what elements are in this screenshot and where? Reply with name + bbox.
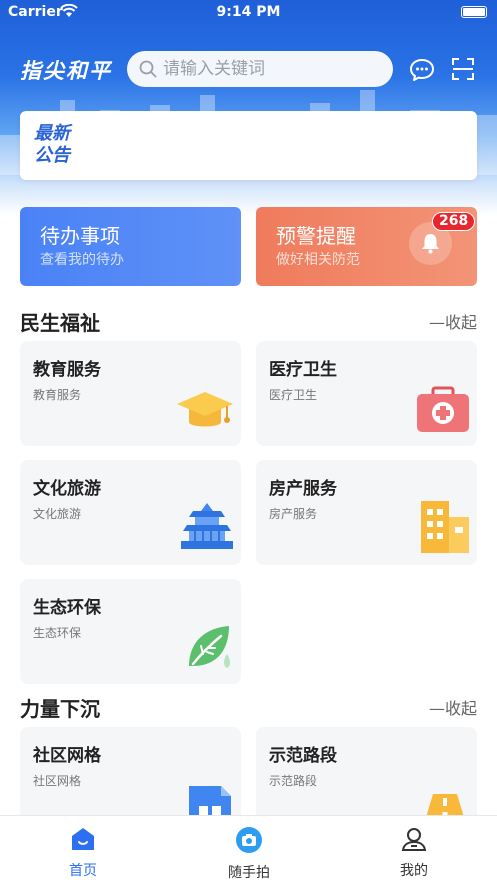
card-subtitle: 生态环保: [33, 626, 82, 640]
warning-card[interactable]: 预警提醒 做好相关防范 268: [256, 207, 477, 286]
tab-home-label: 首页: [69, 863, 97, 879]
card-title: 教育服务: [33, 360, 101, 380]
todo-card[interactable]: 待办事项 查看我的待办: [20, 207, 241, 286]
service-card-medical[interactable]: 医疗卫生 医疗卫生: [256, 341, 477, 446]
header-background: [0, 0, 497, 215]
card-title: 社区网格: [33, 746, 101, 766]
section-collapse-welfare[interactable]: —收起: [429, 309, 477, 333]
card-subtitle: 房产服务: [269, 507, 318, 521]
warning-count-badge: 268: [432, 212, 476, 231]
tab-snapshot[interactable]: 随手拍: [166, 816, 332, 883]
tab-profile-label: 我的: [400, 863, 428, 879]
card-title: 文化旅游: [33, 479, 101, 499]
todo-subtitle: 查看我的待办: [40, 252, 124, 268]
search-bar[interactable]: [127, 51, 393, 87]
service-card-education[interactable]: 教育服务 教育服务: [20, 341, 241, 446]
card-subtitle: 文化旅游: [33, 507, 82, 521]
tab-home[interactable]: 首页: [0, 816, 166, 883]
search-input[interactable]: [163, 51, 383, 87]
status-bar: Carrier 9:14 PM: [0, 0, 497, 26]
service-card-culture-tourism[interactable]: 文化旅游 文化旅游: [20, 460, 241, 565]
card-title: 示范路段: [269, 746, 337, 766]
leaf-icon: [185, 622, 235, 676]
status-time: 9:14 PM: [216, 4, 281, 20]
home-icon: [0, 826, 166, 856]
buildings-icon: [419, 497, 471, 557]
card-subtitle: 社区网格: [33, 774, 82, 788]
service-card-housing[interactable]: 房产服务 房产服务: [256, 460, 477, 565]
card-subtitle: 示范路段: [269, 774, 318, 788]
message-icon[interactable]: [409, 58, 435, 86]
graduation-cap-icon: [175, 386, 235, 438]
section-title-welfare: 民生福祉: [20, 311, 100, 335]
camera-icon: [166, 826, 332, 858]
app-logo: 指尖和平: [20, 59, 112, 83]
temple-icon: [179, 501, 235, 557]
card-title: 生态环保: [33, 598, 101, 618]
service-card-ecology[interactable]: 生态环保 生态环保: [20, 579, 241, 684]
bell-icon: [420, 232, 441, 258]
card-subtitle: 教育服务: [33, 388, 82, 402]
card-subtitle: 医疗卫生: [269, 388, 318, 402]
section-title-community: 力量下沉: [20, 697, 100, 721]
bottom-tab-bar: 首页 随手拍 我的: [0, 815, 497, 883]
search-icon: [139, 60, 157, 82]
section-collapse-community[interactable]: —收起: [429, 695, 477, 719]
warning-subtitle: 做好相关防范: [276, 252, 360, 268]
announcement-banner[interactable]: 最新公告: [20, 111, 477, 180]
user-icon: [331, 826, 497, 856]
tab-snapshot-label: 随手拍: [228, 865, 270, 881]
tab-profile[interactable]: 我的: [331, 816, 497, 883]
medical-kit-icon: [415, 386, 471, 438]
card-title: 房产服务: [269, 479, 337, 499]
card-title: 医疗卫生: [269, 360, 337, 380]
scan-icon[interactable]: [452, 58, 474, 84]
announcement-label: 最新公告: [34, 123, 70, 166]
battery-icon: [461, 6, 487, 18]
todo-title: 待办事项: [40, 224, 120, 248]
warning-title: 预警提醒: [276, 224, 356, 248]
